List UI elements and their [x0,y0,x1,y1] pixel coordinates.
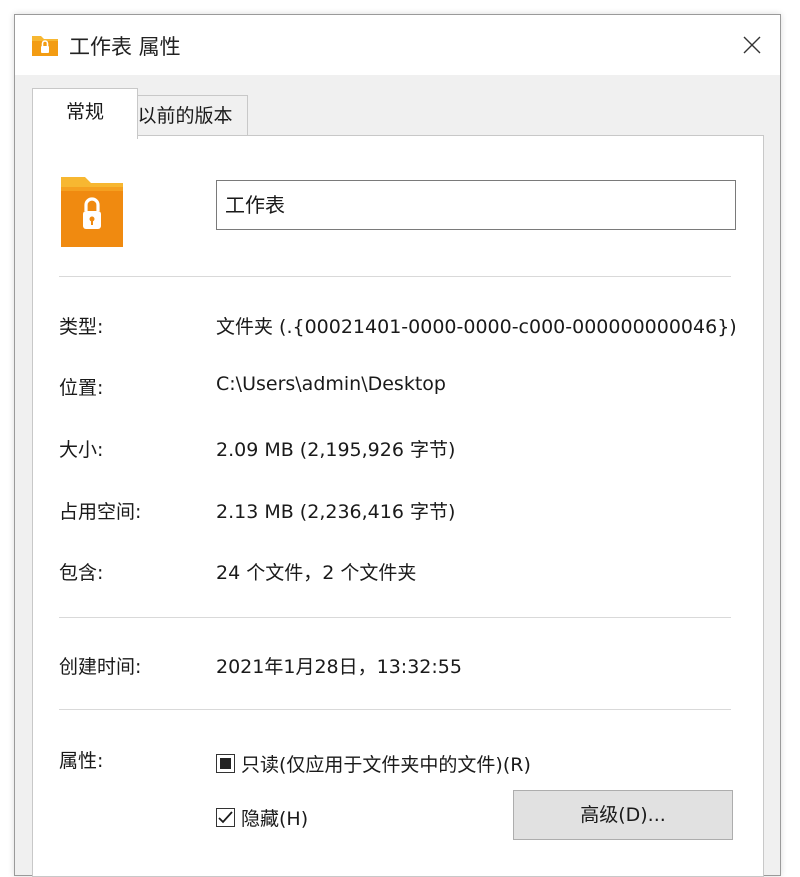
location-label: 位置: [59,377,104,399]
hidden-checkbox-row[interactable]: 隐藏(H) [216,804,308,831]
size-label: 大小: [59,439,104,461]
contains-label: 包含: [59,562,104,584]
contains-value: 24 个文件，2 个文件夹 [216,562,417,584]
size-value: 2.09 MB (2,195,926 字节) [216,439,456,461]
type-label: 类型: [59,316,104,338]
attributes-label: 属性: [59,750,104,772]
type-value: 文件夹 (.{00021401-0000-0000-c000-000000000… [216,316,737,338]
size-on-disk-label: 占用空间: [59,501,142,523]
checkmark-icon [218,811,233,824]
general-panel: 工作表 类型: 文件夹 (.{00021401-0000-0000-c000-0… [32,135,764,877]
readonly-checkbox-row[interactable]: 只读(仅应用于文件夹中的文件)(R) [216,750,531,777]
created-label: 创建时间: [59,656,142,678]
tab-general[interactable]: 常规 [32,88,138,139]
title-bar: 工作表 属性 [15,15,780,75]
size-on-disk-value: 2.13 MB (2,236,416 字节) [216,501,456,523]
hidden-label: 隐藏(H) [241,808,309,830]
locked-folder-icon [31,32,59,58]
close-icon [743,36,761,54]
tab-previous-versions[interactable]: 以前的版本 [123,95,248,136]
readonly-checkbox[interactable] [216,754,235,773]
hidden-checkbox[interactable] [216,808,235,827]
locked-folder-icon [59,171,125,249]
separator [59,276,731,277]
folder-name-input[interactable]: 工作表 [216,180,736,230]
readonly-label: 只读(仅应用于文件夹中的文件)(R) [241,754,531,776]
location-value: C:\Users\admin\Desktop [216,373,446,395]
separator [59,617,731,618]
separator [59,709,731,710]
window-title: 工作表 属性 [69,35,181,59]
created-value: 2021年1月28日，13:32:55 [216,656,462,678]
properties-dialog: 工作表 属性 以前的版本 常规 工作表 类型: 文件夹 (.{00021401-… [14,14,781,877]
close-button[interactable] [722,15,780,75]
advanced-button[interactable]: 高级(D)... [513,790,733,840]
